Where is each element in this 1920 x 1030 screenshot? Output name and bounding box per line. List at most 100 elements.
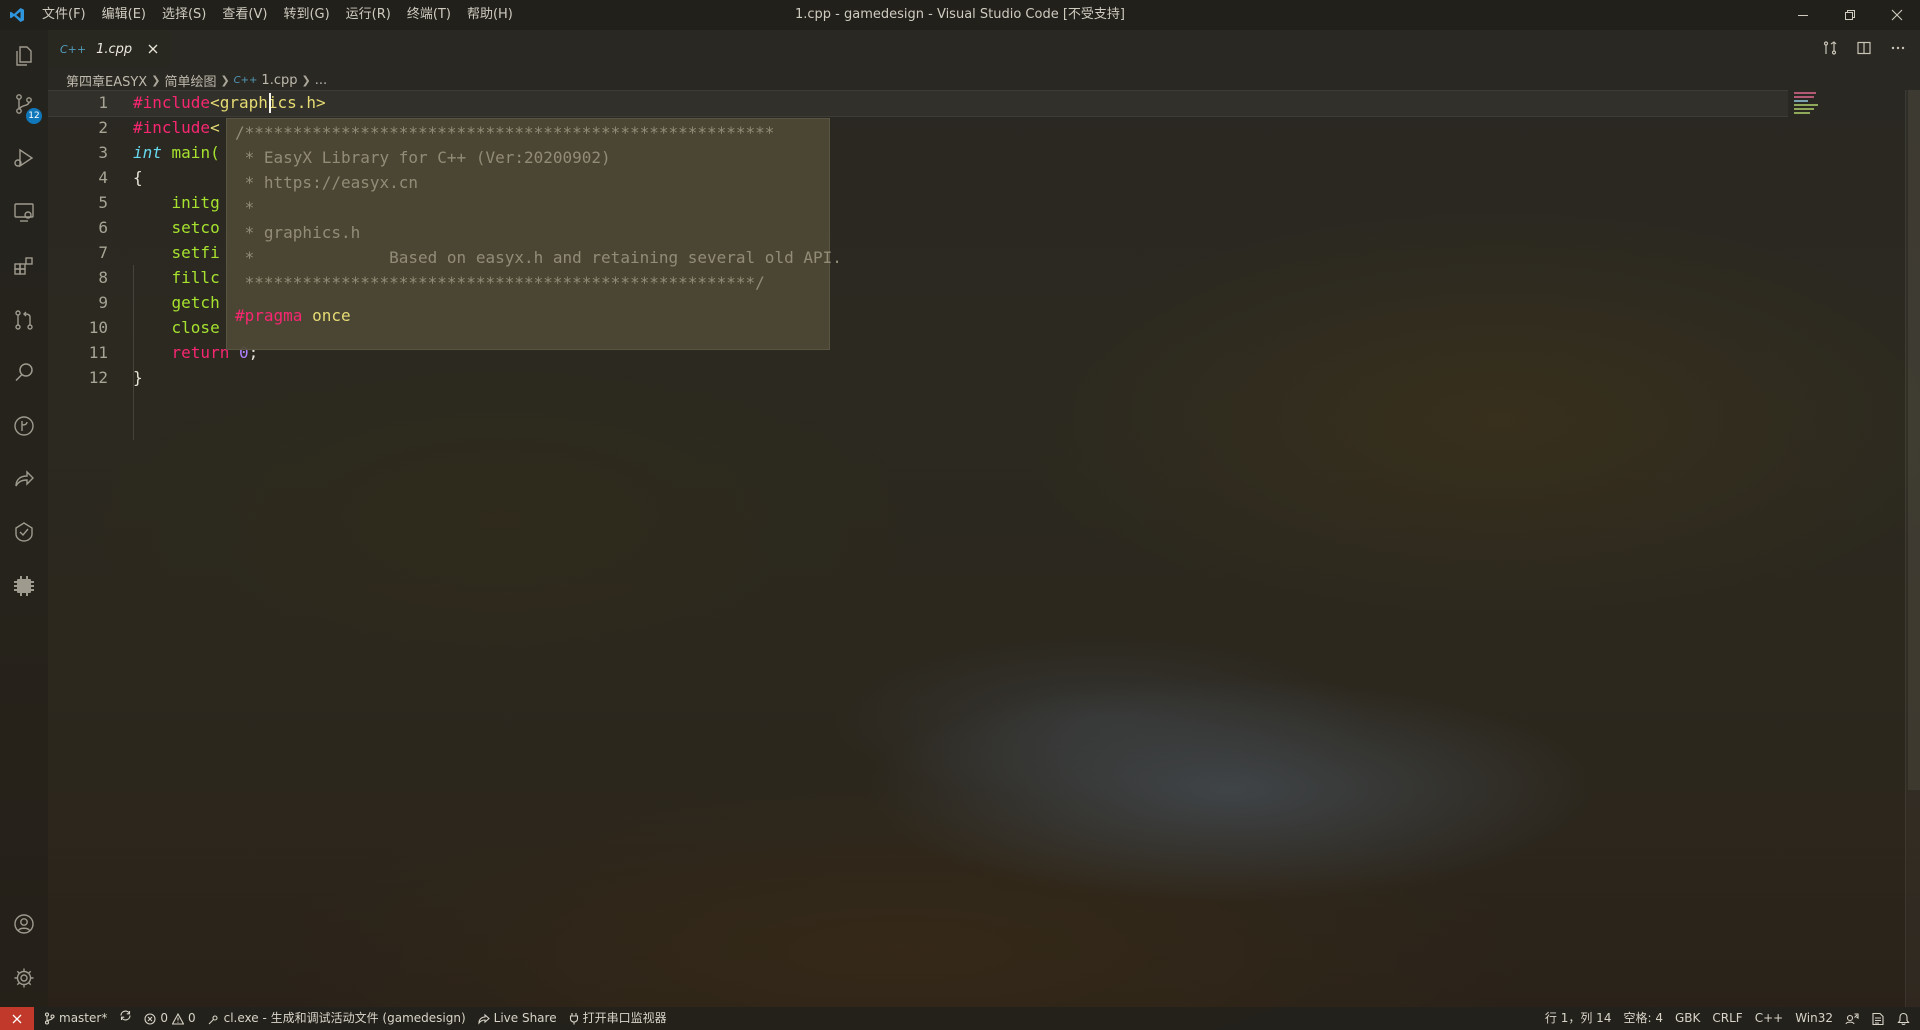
error-icon xyxy=(144,1012,156,1025)
breadcrumb-symbol[interactable]: ... xyxy=(315,73,327,88)
hover-comment-line: * EasyX Library for C++ (Ver:20200902) xyxy=(235,148,611,167)
line-number: 10 xyxy=(88,318,108,337)
notifications-bell-icon[interactable] xyxy=(1891,1007,1920,1030)
git-branch-status[interactable]: master* xyxy=(34,1007,113,1030)
eol-status[interactable]: CRLF xyxy=(1706,1007,1748,1030)
serial-monitor-label: 打开串口监视器 xyxy=(582,1011,667,1025)
chevron-right-icon: ❯ xyxy=(301,73,311,87)
language-mode[interactable]: C++ xyxy=(1749,1007,1790,1030)
restore-button[interactable] xyxy=(1826,0,1873,30)
sync-icon xyxy=(119,1007,132,1030)
close-window-button[interactable] xyxy=(1873,0,1920,30)
chevron-right-icon: ❯ xyxy=(151,73,161,87)
git-graph-icon[interactable] xyxy=(0,402,48,450)
menu-terminal[interactable]: 终端(T) xyxy=(399,0,459,30)
editor-actions xyxy=(1816,30,1912,66)
hover-comment-line: /***************************************… xyxy=(235,123,775,142)
line-number: 8 xyxy=(98,268,108,287)
close-icon[interactable] xyxy=(144,40,162,58)
vertical-scrollbar[interactable] xyxy=(1905,90,1920,1007)
hover-comment-line: * graphics.h xyxy=(235,223,361,242)
feedback-icon[interactable] xyxy=(1839,1007,1865,1030)
breadcrumb-folder-drawing[interactable]: 简单绘图 xyxy=(164,71,216,90)
problems-status[interactable]: 0 0 xyxy=(138,1007,201,1030)
remote-indicator-icon[interactable] xyxy=(0,1007,34,1030)
breadcrumb-file[interactable]: 1.cpp xyxy=(261,73,297,88)
chevron-right-icon: ❯ xyxy=(220,73,230,87)
remote-explorer-icon[interactable] xyxy=(0,188,48,236)
status-bar: master* 0 0 cl.exe - 生成和调试活动文件 (gamedesi… xyxy=(0,1007,1920,1030)
open-changes-icon[interactable] xyxy=(1816,34,1844,62)
run-debug-icon[interactable] xyxy=(0,134,48,182)
line-number: 1 xyxy=(98,93,108,112)
editor-tab-bar: C++ 1.cpp xyxy=(48,30,1920,67)
build-gear-icon xyxy=(208,1013,220,1025)
line-number: 11 xyxy=(88,343,108,362)
settings-gear-icon[interactable] xyxy=(0,954,48,1002)
notes-icon[interactable] xyxy=(1865,1007,1891,1030)
line-number: 6 xyxy=(98,218,108,237)
minimap[interactable] xyxy=(1794,92,1874,122)
search-icon[interactable] xyxy=(0,348,48,396)
breadcrumb: 第四章EASYX ❯ 简单绘图 ❯ C++ 1.cpp ❯ ... xyxy=(66,69,327,91)
more-actions-icon[interactable] xyxy=(1884,34,1912,62)
scrollbar-thumb[interactable] xyxy=(1908,90,1920,790)
cursor-position[interactable]: 行 1，列 14 xyxy=(1539,1007,1618,1030)
hover-tooltip: /***************************************… xyxy=(226,118,842,350)
menu-help[interactable]: 帮助(H) xyxy=(459,0,521,30)
sync-button[interactable] xyxy=(113,1007,138,1030)
extensions-icon[interactable] xyxy=(0,242,48,290)
encoding-status[interactable]: GBK xyxy=(1669,1007,1706,1030)
activity-bar: 12 xyxy=(0,30,48,1007)
testing-icon[interactable] xyxy=(0,508,48,556)
status-bar-right: 行 1，列 14 空格: 4 GBK CRLF C++ Win32 xyxy=(1539,1007,1920,1030)
warning-count: 0 xyxy=(187,1011,196,1025)
hover-comment-line: * https://easyx.cn xyxy=(235,173,419,192)
serial-monitor-status[interactable]: 打开串口监视器 xyxy=(563,1007,673,1030)
line-number: 12 xyxy=(88,368,108,387)
line-number: 7 xyxy=(98,243,108,262)
indentation-status[interactable]: 空格: 4 xyxy=(1617,1007,1669,1030)
branch-name: master* xyxy=(59,1011,108,1025)
hover-comment-line: ****************************************… xyxy=(235,273,765,292)
platformio-icon[interactable] xyxy=(0,562,48,610)
menu-selection[interactable]: 选择(S) xyxy=(154,0,214,30)
live-share-status[interactable]: Live Share xyxy=(472,1007,563,1030)
build-task-status[interactable]: cl.exe - 生成和调试活动文件 (gamedesign) xyxy=(202,1007,472,1030)
code-line-1: #include<graphics.h> xyxy=(133,93,326,112)
split-editor-icon[interactable] xyxy=(1850,34,1878,62)
live-share-icon xyxy=(478,1013,490,1025)
menu-file[interactable]: 文件(F) xyxy=(34,0,94,30)
text-cursor xyxy=(269,93,271,113)
line-number: 4 xyxy=(98,168,108,187)
platform-config[interactable]: Win32 xyxy=(1789,1007,1839,1030)
menu-view[interactable]: 查看(V) xyxy=(214,0,275,30)
tab-1cpp[interactable]: C++ 1.cpp xyxy=(48,30,170,67)
minimize-button[interactable] xyxy=(1779,0,1826,30)
live-share-label: Live Share xyxy=(493,1011,557,1025)
menu-go[interactable]: 转到(G) xyxy=(275,0,337,30)
scm-badge: 12 xyxy=(26,108,42,124)
live-share-icon[interactable] xyxy=(0,456,48,504)
line-number: 9 xyxy=(98,293,108,312)
accounts-icon[interactable] xyxy=(0,900,48,948)
breadcrumb-folder-chapter[interactable]: 第四章EASYX xyxy=(66,71,147,90)
title-bar: 文件(F) 编辑(E) 选择(S) 查看(V) 转到(G) 运行(R) 终端(T… xyxy=(0,0,1920,30)
build-task-label: cl.exe - 生成和调试活动文件 (gamedesign) xyxy=(223,1011,466,1025)
line-number: 5 xyxy=(98,193,108,212)
error-count: 0 xyxy=(160,1011,168,1025)
source-control-icon[interactable]: 12 xyxy=(0,80,48,128)
line-number: 2 xyxy=(98,118,108,137)
plug-icon xyxy=(569,1012,579,1025)
window-controls xyxy=(1779,0,1920,30)
explorer-icon[interactable] xyxy=(0,32,48,80)
code-line-12: } xyxy=(133,368,143,387)
hover-pragma-line: #pragma once xyxy=(235,306,351,325)
branch-icon xyxy=(44,1012,55,1025)
cpp-file-icon: C++ xyxy=(233,74,258,86)
hover-comment-line: * Based on easyx.h and retaining several… xyxy=(235,248,842,267)
menu-edit[interactable]: 编辑(E) xyxy=(94,0,154,30)
pull-requests-icon[interactable] xyxy=(0,296,48,344)
hover-comment-line: * xyxy=(235,198,255,217)
menu-run[interactable]: 运行(R) xyxy=(338,0,399,30)
